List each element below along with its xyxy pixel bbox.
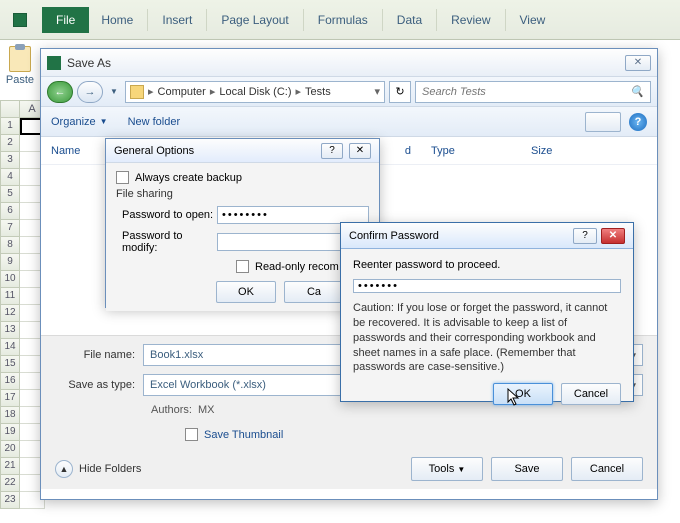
ribbon: File Home Insert Page Layout Formulas Da… <box>0 0 680 40</box>
tab-review[interactable]: Review <box>439 7 502 33</box>
tools-menu[interactable]: Tools ▼ <box>411 457 483 481</box>
pw-modify-label: Password to modify: <box>116 230 217 254</box>
history-dropdown[interactable]: ▼ <box>107 81 121 103</box>
prompt-label: Reenter password to proceed. <box>353 259 621 271</box>
authors-value[interactable]: MX <box>198 404 215 416</box>
search-input[interactable] <box>422 86 630 98</box>
excel-icon <box>47 56 61 70</box>
dialog-title: General Options <box>114 145 194 157</box>
help-button[interactable]: ? <box>573 228 597 244</box>
row-header[interactable]: 17 <box>0 390 20 407</box>
row-header[interactable]: 15 <box>0 356 20 373</box>
row-header[interactable]: 3 <box>0 152 20 169</box>
ok-button[interactable]: OK <box>493 383 553 405</box>
navigation-bar: ← → ▼ ▸ Computer ▸ Local Disk (C:) ▸ Tes… <box>41 77 657 107</box>
row-header[interactable]: 13 <box>0 322 20 339</box>
tab-view[interactable]: View <box>508 7 558 33</box>
crumb-disk[interactable]: Local Disk (C:) <box>219 86 291 98</box>
save-thumbnail-label[interactable]: Save Thumbnail <box>204 429 283 441</box>
address-bar[interactable]: ▸ Computer ▸ Local Disk (C:) ▸ Tests ▾ <box>125 81 385 103</box>
tab-file[interactable]: File <box>42 7 89 33</box>
reenter-password-input[interactable] <box>353 279 621 293</box>
ok-button[interactable]: OK <box>216 281 276 303</box>
worksheet-grid[interactable]: A 1234567891011121314151617181920212223 <box>0 100 45 523</box>
row-header[interactable]: 18 <box>0 407 20 424</box>
row-header[interactable]: 1 <box>0 118 20 135</box>
row-header[interactable]: 6 <box>0 203 20 220</box>
row-header[interactable]: 8 <box>0 237 20 254</box>
savetype-label: Save as type: <box>55 379 143 391</box>
row-header[interactable]: 23 <box>0 492 20 509</box>
row-header[interactable]: 19 <box>0 424 20 441</box>
tab-formulas[interactable]: Formulas <box>306 7 380 33</box>
cancel-button[interactable]: Cancel <box>561 383 621 405</box>
clipboard-icon <box>9 46 31 72</box>
row-header[interactable]: 14 <box>0 339 20 356</box>
paste-button[interactable]: Paste <box>0 40 40 100</box>
row-header[interactable]: 21 <box>0 458 20 475</box>
readonly-checkbox[interactable] <box>236 260 249 273</box>
save-button[interactable]: Save <box>491 457 563 481</box>
search-box[interactable]: 🔍 <box>415 81 651 103</box>
folder-icon <box>130 85 144 99</box>
titlebar[interactable]: Save As ✕ <box>41 49 657 77</box>
help-button[interactable]: ? <box>629 113 647 131</box>
row-header[interactable]: 11 <box>0 288 20 305</box>
search-icon: 🔍 <box>630 85 644 98</box>
tab-data[interactable]: Data <box>385 7 434 33</box>
back-button[interactable]: ← <box>47 81 73 103</box>
view-options[interactable] <box>585 112 621 132</box>
always-backup-checkbox[interactable] <box>116 171 129 184</box>
tab-insert[interactable]: Insert <box>150 7 204 33</box>
always-backup-label[interactable]: Always create backup <box>135 172 242 184</box>
pw-open-label: Password to open: <box>116 209 217 221</box>
row-header[interactable]: 7 <box>0 220 20 237</box>
excel-icon <box>0 0 40 40</box>
crumb-folder[interactable]: Tests <box>305 86 331 98</box>
window-title: Save As <box>67 56 111 70</box>
cancel-button[interactable]: Cancel <box>571 457 643 481</box>
general-options-dialog: General Options ? ✕ Always create backup… <box>105 138 380 308</box>
tab-page-layout[interactable]: Page Layout <box>209 7 300 33</box>
row-header[interactable]: 22 <box>0 475 20 492</box>
row-header[interactable]: 20 <box>0 441 20 458</box>
caution-text: Caution: If you lose or forget the passw… <box>353 301 621 375</box>
explorer-toolbar: Organize ▼ New folder ? <box>41 107 657 137</box>
row-header[interactable]: 2 <box>0 135 20 152</box>
col-size[interactable]: Size <box>531 145 591 157</box>
confirm-password-dialog: Confirm Password ? ✕ Reenter password to… <box>340 222 634 402</box>
row-header[interactable]: 9 <box>0 254 20 271</box>
row-header[interactable]: 5 <box>0 186 20 203</box>
organize-menu[interactable]: Organize ▼ <box>51 116 108 128</box>
col-type[interactable]: Type <box>431 145 531 157</box>
help-button[interactable]: ? <box>321 143 343 159</box>
row-header[interactable]: 12 <box>0 305 20 322</box>
row-header[interactable]: 16 <box>0 373 20 390</box>
row-header[interactable]: 4 <box>0 169 20 186</box>
cancel-button[interactable]: Ca <box>284 281 344 303</box>
close-button[interactable]: ✕ <box>625 55 651 71</box>
refresh-button[interactable]: ↻ <box>389 81 411 103</box>
row-header[interactable]: 10 <box>0 271 20 288</box>
select-all-corner[interactable] <box>0 100 20 118</box>
paste-label: Paste <box>6 74 34 86</box>
dialog-title: Confirm Password <box>349 230 439 242</box>
file-sharing-label: File sharing <box>116 188 369 200</box>
close-button[interactable]: ✕ <box>601 228 625 244</box>
chevron-up-icon: ▲ <box>55 460 73 478</box>
forward-button[interactable]: → <box>77 81 103 103</box>
titlebar[interactable]: General Options ? ✕ <box>106 139 379 163</box>
authors-label: Authors: <box>151 404 192 416</box>
crumb-computer[interactable]: Computer <box>158 86 206 98</box>
readonly-label[interactable]: Read-only recom <box>255 261 339 273</box>
new-folder-button[interactable]: New folder <box>128 116 181 128</box>
filename-label: File name: <box>55 349 143 361</box>
titlebar[interactable]: Confirm Password ? ✕ <box>341 223 633 249</box>
tab-home[interactable]: Home <box>89 7 145 33</box>
hide-folders-button[interactable]: ▲ Hide Folders <box>55 460 141 478</box>
close-button[interactable]: ✕ <box>349 143 371 159</box>
save-thumbnail-checkbox[interactable] <box>185 428 198 441</box>
